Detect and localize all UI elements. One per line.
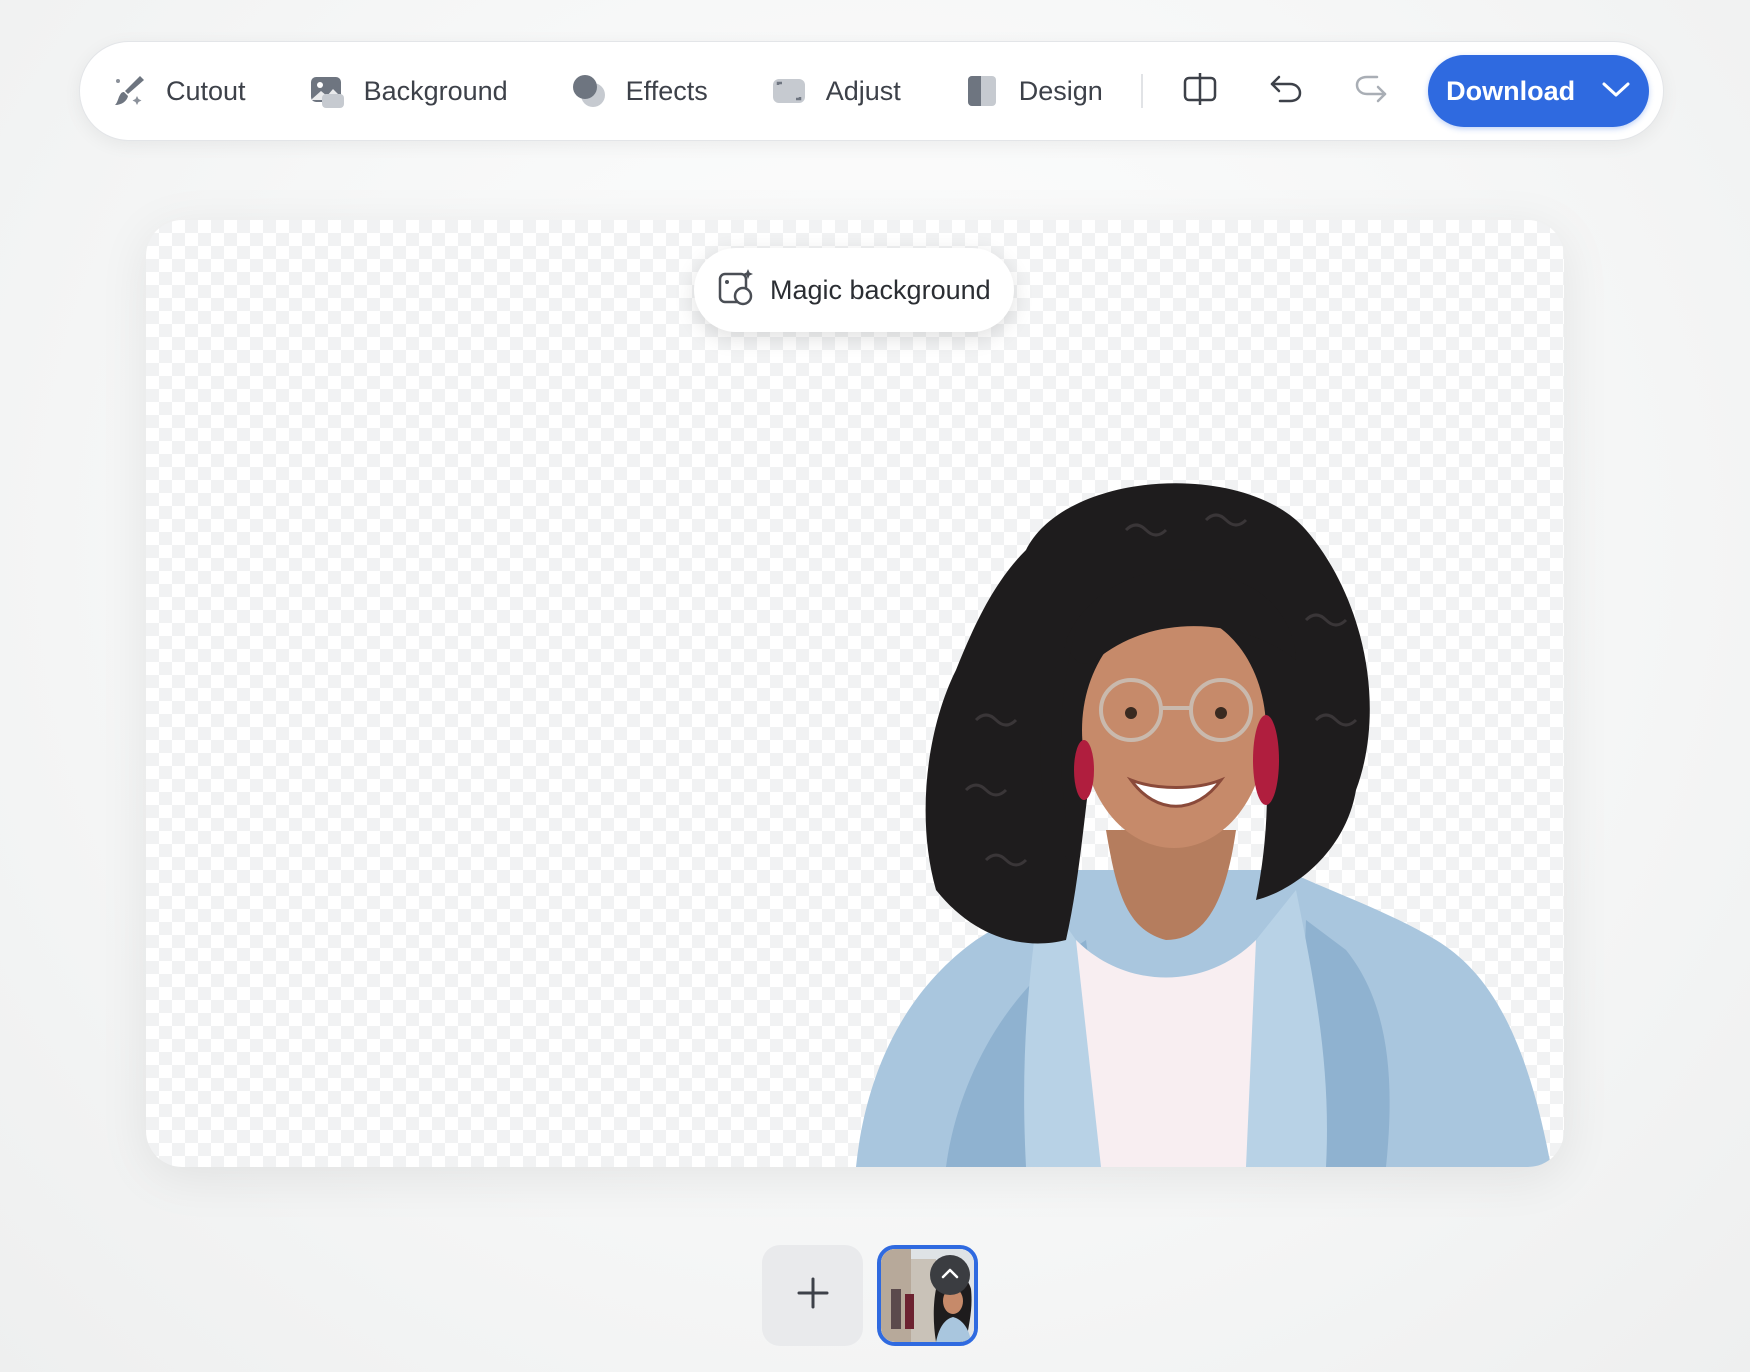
brush-icon: [110, 72, 148, 110]
tool-label: Background: [363, 75, 508, 106]
design-layout-icon: [963, 72, 1001, 110]
download-label: Download: [1446, 75, 1576, 106]
adjust-icon: [770, 72, 808, 110]
tool-label: Adjust: [825, 75, 901, 106]
compare-button[interactable]: [1173, 63, 1228, 119]
editor-page: Cutout Background Effects Adjust Design …: [0, 0, 1750, 1372]
chevron-up-icon: [940, 1266, 960, 1285]
undo-button[interactable]: [1258, 63, 1313, 119]
plus-icon: [796, 1276, 830, 1315]
thumbnail-options-button[interactable]: [930, 1255, 970, 1295]
tool-effects[interactable]: Effects: [570, 61, 708, 121]
image-icon: [308, 72, 346, 110]
download-button[interactable]: Download: [1428, 55, 1649, 127]
redo-icon: [1353, 71, 1389, 112]
effects-circles-icon: [570, 72, 608, 110]
chevron-down-icon: [1601, 76, 1631, 107]
tool-adjust[interactable]: Adjust: [770, 61, 901, 121]
image-canvas[interactable]: Magic background: [146, 220, 1564, 1167]
toolbar-divider: [1140, 74, 1143, 108]
tool-label: Effects: [625, 75, 708, 106]
toolbar: Cutout Background Effects Adjust Design …: [79, 41, 1664, 141]
page-thumbnail[interactable]: [877, 1245, 978, 1346]
compare-split-icon: [1182, 71, 1218, 112]
tool-label: Cutout: [166, 75, 246, 106]
tool-background[interactable]: Background: [308, 61, 508, 121]
redo-button[interactable]: [1343, 63, 1398, 119]
magic-background-icon: [716, 267, 756, 314]
magic-background-label: Magic background: [770, 274, 991, 305]
magic-background-button[interactable]: Magic background: [694, 248, 1014, 332]
undo-icon: [1268, 71, 1304, 112]
add-page-button[interactable]: [762, 1245, 863, 1346]
tool-cutout[interactable]: Cutout: [110, 61, 246, 121]
tool-design[interactable]: Design: [963, 61, 1103, 121]
cutout-subject-image: [856, 483, 1551, 1167]
tool-label: Design: [1018, 75, 1103, 106]
